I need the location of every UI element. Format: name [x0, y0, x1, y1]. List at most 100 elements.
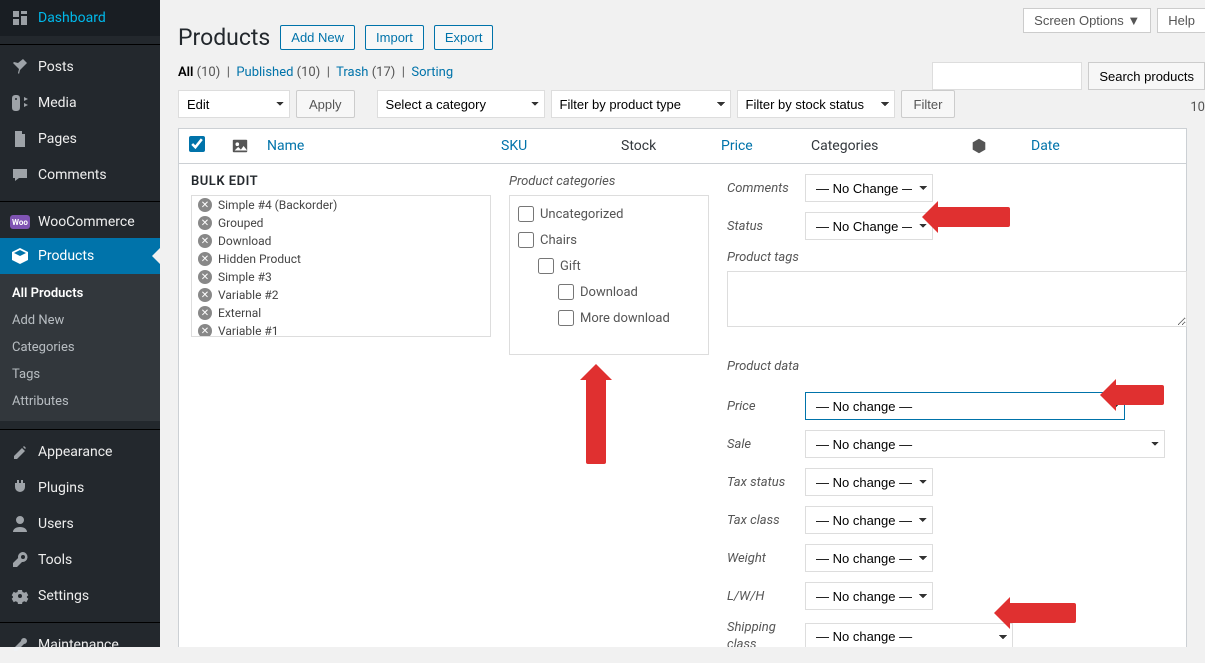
help-button[interactable]: Help	[1157, 8, 1205, 33]
sidebar-item-label: Media	[38, 95, 77, 111]
sidebar-item-label: Plugins	[38, 480, 84, 496]
page-title: Products	[178, 24, 270, 51]
category-checkbox[interactable]: Chairs	[518, 232, 700, 248]
bulk-edit-title: BULK EDIT	[191, 174, 491, 189]
add-new-button[interactable]: Add New	[280, 25, 355, 50]
submenu-item-add-new[interactable]: Add New	[0, 307, 160, 334]
lwh-label: L/W/H	[727, 589, 805, 604]
selected-products-list[interactable]: ✕Simple #4 (Backorder) ✕Grouped ✕Downloa…	[191, 195, 491, 337]
user-icon	[10, 514, 30, 534]
sidebar-item-users[interactable]: Users	[0, 506, 160, 542]
sku-column-header[interactable]: SKU	[501, 138, 621, 154]
remove-icon[interactable]: ✕	[198, 252, 212, 266]
category-checkbox[interactable]: More download	[558, 310, 700, 326]
sidebar-item-label: WooCommerce	[38, 214, 135, 230]
shipping-class-select[interactable]: — No change —	[805, 623, 1013, 647]
comment-icon	[10, 165, 30, 185]
tax-status-select[interactable]: — No change —	[805, 468, 933, 496]
remove-icon[interactable]: ✕	[198, 234, 212, 248]
product-tags-input[interactable]	[727, 271, 1187, 327]
import-button[interactable]: Import	[365, 25, 424, 50]
remove-icon[interactable]: ✕	[198, 288, 212, 302]
stock-status-filter-select[interactable]: Filter by stock status	[737, 90, 895, 118]
sidebar-item-maintenance[interactable]: Maintenance	[0, 627, 160, 663]
shipping-class-label: Shipping class	[727, 620, 805, 647]
select-all-checkbox[interactable]	[189, 136, 205, 152]
maintenance-icon	[10, 635, 30, 655]
date-column-header[interactable]: Date	[1031, 138, 1115, 154]
list-item: ✕Simple #4 (Backorder)	[192, 196, 490, 214]
sidebar-item-posts[interactable]: Posts	[0, 49, 160, 85]
apply-button[interactable]: Apply	[296, 90, 355, 118]
remove-icon[interactable]: ✕	[198, 306, 212, 320]
filter-published-link[interactable]: Published	[236, 65, 293, 80]
sidebar-item-plugins[interactable]: Plugins	[0, 470, 160, 506]
remove-icon[interactable]: ✕	[198, 198, 212, 212]
sidebar-item-dashboard[interactable]: Dashboard	[0, 0, 160, 36]
submenu-item-categories[interactable]: Categories	[0, 334, 160, 361]
list-item: ✕Variable #1	[192, 322, 490, 337]
remove-icon[interactable]: ✕	[198, 216, 212, 230]
submenu-item-attributes[interactable]: Attributes	[0, 388, 160, 415]
filter-trash-link[interactable]: Trash	[336, 65, 368, 80]
submenu-item-tags[interactable]: Tags	[0, 361, 160, 388]
sidebar-item-label: Pages	[38, 131, 77, 147]
bulk-action-select[interactable]: Edit	[178, 90, 290, 118]
category-checkbox[interactable]: Uncategorized	[518, 206, 700, 222]
sidebar-item-pages[interactable]: Pages	[0, 121, 160, 157]
sidebar-item-appearance[interactable]: Appearance	[0, 434, 160, 470]
page-icon	[10, 129, 30, 149]
product-icon	[10, 246, 30, 266]
category-checkbox[interactable]: Download	[558, 284, 700, 300]
price-select[interactable]: — No change —	[805, 392, 1125, 420]
tool-icon	[10, 550, 30, 570]
sidebar-item-woocommerce[interactable]: Woo WooCommerce	[0, 206, 160, 238]
sidebar-item-label: Maintenance	[38, 637, 119, 653]
settings-icon	[10, 586, 30, 606]
dashboard-icon	[10, 8, 30, 28]
search-button[interactable]: Search products	[1088, 62, 1205, 90]
export-button[interactable]: Export	[434, 25, 494, 50]
media-icon	[10, 93, 30, 113]
sale-label: Sale	[727, 437, 805, 452]
remove-icon[interactable]: ✕	[198, 270, 212, 284]
main-content: Screen Options ▼ Help Products Add New I…	[160, 0, 1205, 647]
sidebar-item-settings[interactable]: Settings	[0, 578, 160, 614]
list-item: ✕Download	[192, 232, 490, 250]
sidebar-item-label: Settings	[38, 588, 89, 604]
filter-button[interactable]: Filter	[901, 90, 956, 118]
screen-options-button[interactable]: Screen Options ▼	[1023, 8, 1151, 33]
sidebar-item-label: Comments	[38, 167, 107, 183]
lwh-select[interactable]: — No change —	[805, 582, 933, 610]
sidebar-item-comments[interactable]: Comments	[0, 157, 160, 193]
comments-select[interactable]: — No Change —	[805, 174, 933, 202]
sidebar-item-media[interactable]: Media	[0, 85, 160, 121]
sidebar-item-label: Appearance	[38, 444, 112, 460]
products-submenu: All Products Add New Categories Tags Att…	[0, 274, 160, 421]
sidebar-item-products[interactable]: Products	[0, 238, 160, 274]
category-checklist[interactable]: Uncategorized Chairs Gift Download More …	[509, 195, 709, 355]
featured-column-icon	[927, 137, 1031, 155]
name-column-header[interactable]: Name	[267, 138, 501, 154]
sale-select[interactable]: — No change —	[805, 430, 1165, 458]
product-type-filter-select[interactable]: Filter by product type	[551, 90, 731, 118]
category-checkbox[interactable]: Gift	[538, 258, 700, 274]
price-column-header[interactable]: Price	[721, 138, 811, 154]
sidebar-item-label: Products	[38, 248, 94, 264]
weight-select[interactable]: — No change —	[805, 544, 933, 572]
admin-sidebar: Dashboard Posts Media Pages Comments Woo…	[0, 0, 160, 647]
submenu-item-all-products[interactable]: All Products	[0, 280, 160, 307]
category-filter-select[interactable]: Select a category	[377, 90, 545, 118]
filter-all-link[interactable]: All	[178, 65, 193, 80]
search-input[interactable]	[932, 62, 1082, 90]
appearance-icon	[10, 442, 30, 462]
price-label: Price	[727, 399, 805, 414]
tax-class-label: Tax class	[727, 513, 805, 528]
tax-class-select[interactable]: — No change —	[805, 506, 933, 534]
status-select[interactable]: — No Change —	[805, 212, 933, 240]
remove-icon[interactable]: ✕	[198, 324, 212, 337]
sidebar-item-tools[interactable]: Tools	[0, 542, 160, 578]
list-item: ✕Hidden Product	[192, 250, 490, 268]
filter-sorting-link[interactable]: Sorting	[411, 65, 453, 80]
sidebar-item-label: Dashboard	[38, 10, 106, 26]
